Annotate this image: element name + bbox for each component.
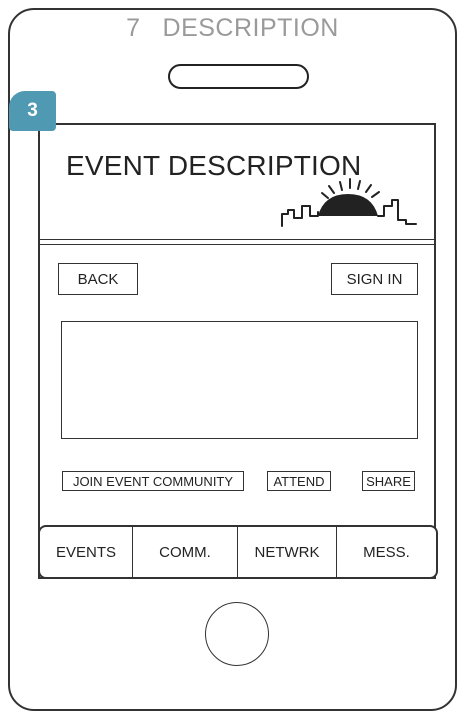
header-divider-double: [38, 244, 436, 245]
screen-title: 7 DESCRIPTION: [0, 14, 465, 43]
event-description-box: [61, 321, 418, 439]
bottom-nav: EVENTS COMM. NETWRK MESS.: [38, 525, 438, 579]
step-badge: 3: [9, 91, 56, 131]
screen-number: 7: [126, 14, 141, 42]
attend-button[interactable]: ATTEND: [267, 471, 331, 491]
nav-item-network[interactable]: NETWRK: [238, 527, 337, 577]
join-event-community-button[interactable]: JOIN EVENT COMMUNITY: [62, 471, 244, 491]
sign-in-button[interactable]: SIGN IN: [331, 263, 418, 295]
screen-name: DESCRIPTION: [162, 14, 339, 42]
header-divider: [38, 239, 436, 240]
nav-item-messages[interactable]: MESS.: [337, 527, 436, 577]
nav-item-community[interactable]: COMM.: [133, 527, 238, 577]
city-skyline-sunrise-icon: [281, 178, 417, 227]
back-button[interactable]: BACK: [58, 263, 138, 295]
phone-speaker: [168, 64, 309, 89]
share-button[interactable]: SHARE: [362, 471, 415, 491]
phone-home-button[interactable]: [205, 602, 269, 666]
nav-item-events[interactable]: EVENTS: [40, 527, 133, 577]
